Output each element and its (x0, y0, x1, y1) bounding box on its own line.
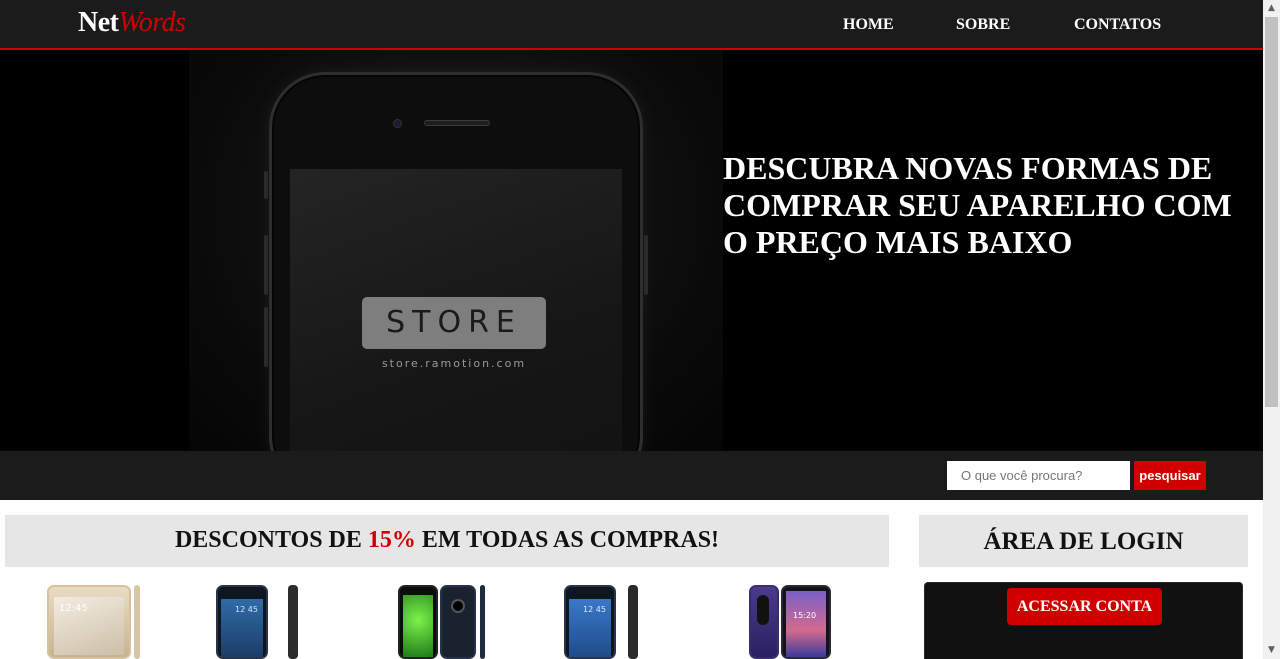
phone-purple-back-icon (749, 585, 779, 659)
store-badge: STORE (362, 297, 546, 349)
phone-purple-icon: 15:20 (781, 585, 831, 659)
phone-back-icon (440, 585, 476, 659)
search-input[interactable] (947, 461, 1130, 490)
phone-blue-icon: 12 45 (216, 585, 268, 659)
store-url-text: store.ramotion.com (381, 357, 527, 370)
phone-green-icon (398, 585, 438, 659)
logo-accent: Words (118, 7, 186, 38)
nav-contatos-link[interactable]: CONTATOS (1074, 16, 1161, 34)
login-panel: ACESSAR CONTA (924, 582, 1243, 659)
phone-screen: STORE store.ramotion.com (290, 169, 622, 451)
hero-phone-image: STORE store.ramotion.com (189, 50, 723, 451)
promo-text-after: EM TODAS AS COMPRAS! (415, 527, 720, 553)
search-button[interactable]: pesquisar (1134, 461, 1206, 490)
phone-side-button (264, 307, 268, 367)
login-button[interactable]: ACESSAR CONTA (1007, 588, 1162, 625)
phone-power-button (644, 235, 648, 295)
scroll-down-arrow-icon[interactable]: ▼ (1263, 642, 1280, 659)
promo-highlight: 15% (367, 527, 416, 553)
phone-side-button (264, 235, 268, 295)
product-screen-time: 12:45 (59, 603, 88, 614)
product-screen-time: 15:20 (793, 611, 817, 620)
scroll-up-arrow-icon[interactable]: ▲ (1263, 0, 1280, 17)
nav-sobre-link[interactable]: SOBRE (956, 16, 1010, 34)
product-screen-time: 12 45 (235, 605, 258, 614)
logo-main: Net (78, 7, 119, 38)
phone-illustration: STORE store.ramotion.com (264, 72, 648, 451)
product-card[interactable]: 15:20 (749, 585, 849, 659)
hero-headline: DESCUBRA NOVAS FORMAS DE COMPRAR SEU APA… (723, 150, 1232, 260)
product-card[interactable]: 12 45 (564, 585, 664, 659)
phone-camera-icon (393, 119, 402, 128)
product-card[interactable] (398, 585, 498, 659)
phone-gold-icon: 12:45 (47, 585, 131, 659)
login-heading: ÁREA DE LOGIN (919, 515, 1248, 567)
hero-banner: STORE store.ramotion.com DESCUBRA NOVAS … (0, 50, 1263, 451)
page-scrollbar[interactable]: ▲ ▼ (1263, 0, 1280, 659)
phone-black-icon: 12 45 (564, 585, 616, 659)
promo-banner: DESCONTOS DE 15% EM TODAS AS COMPRAS! (5, 515, 889, 567)
site-logo[interactable]: NetWords (78, 7, 186, 39)
product-list: 12:45 12 45 12 45 15:20 (5, 580, 889, 659)
phone-side-button (264, 171, 268, 199)
product-card[interactable]: 12:45 (47, 585, 147, 659)
nav-home-link[interactable]: HOME (843, 16, 894, 34)
promo-text-before: DESCONTOS DE (174, 527, 368, 553)
phone-speaker-icon (424, 120, 490, 126)
scroll-thumb[interactable] (1265, 17, 1278, 407)
search-bar: pesquisar (0, 451, 1263, 500)
product-screen-time: 12 45 (583, 605, 606, 614)
product-card[interactable]: 12 45 (216, 585, 316, 659)
top-navbar: NetWords HOME SOBRE CONTATOS (0, 0, 1263, 50)
